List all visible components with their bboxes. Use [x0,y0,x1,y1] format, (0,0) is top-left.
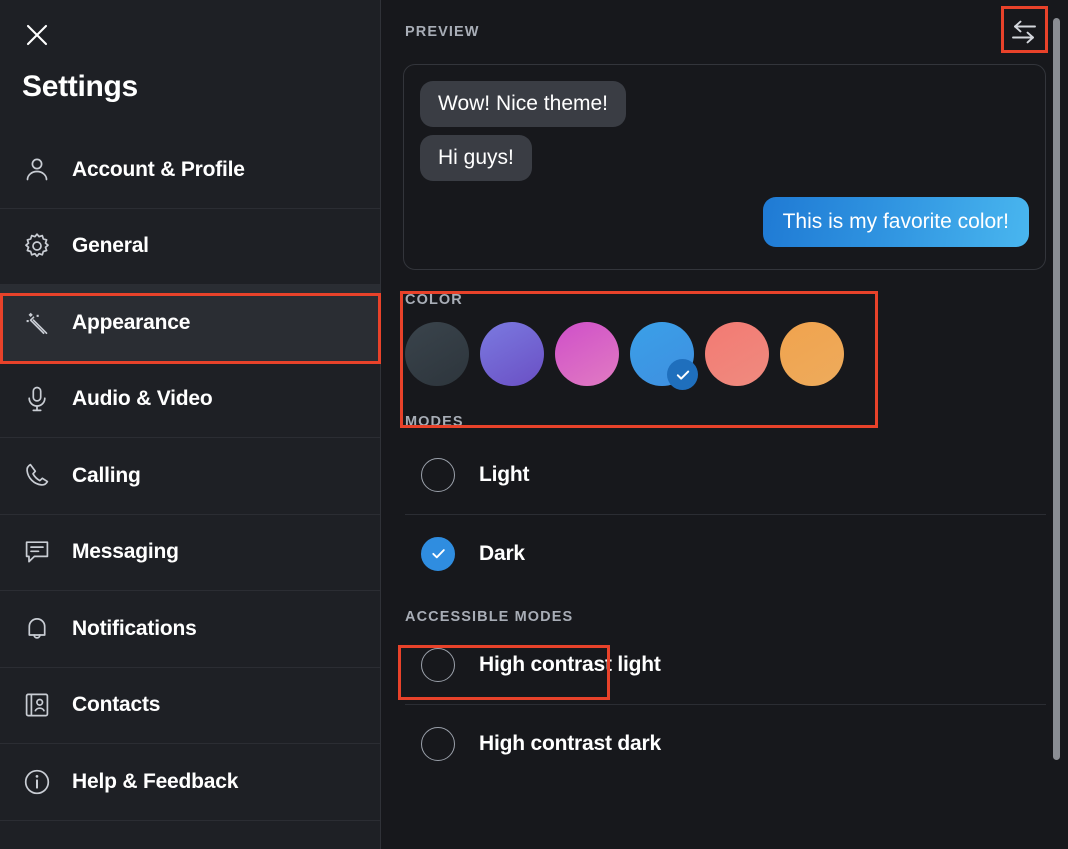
color-header: COLOR [405,292,463,308]
sidebar-item-notifications[interactable]: Notifications [0,591,380,668]
color-swatch-blue[interactable] [630,322,698,390]
modes-header: MODES [405,414,464,430]
mode-option-label: Light [479,463,530,486]
sidebar-item-calling[interactable]: Calling [0,438,380,515]
message-row: Wow! Nice theme! [420,81,1029,128]
magic-wand-icon [20,306,54,340]
sidebar-item-label: Contacts [72,693,161,717]
color-section: COLOR [403,288,1046,392]
sidebar-item-messaging[interactable]: Messaging [0,515,380,591]
sidebar-item-general[interactable]: General [0,209,380,285]
gear-icon [20,229,54,263]
sidebar-item-label: Calling [72,463,141,487]
contact-book-icon [20,688,54,722]
incoming-message-bubble: Wow! Nice theme! [420,81,626,128]
bell-icon [20,612,54,646]
mode-option-dark[interactable]: Dark [405,514,1046,592]
microphone-icon [20,382,54,416]
accessible-mode-option-label: High contrast dark [479,731,661,755]
sidebar-item-label: Messaging [72,540,179,564]
vertical-scrollbar-track[interactable] [1050,0,1062,849]
close-icon[interactable] [18,16,56,54]
sidebar-nav: Account & Profile General Appearance Aud… [0,132,380,821]
page-title: Settings [22,70,138,103]
vertical-scrollbar-thumb[interactable] [1053,18,1060,760]
accessible-mode-option-high-contrast-dark[interactable]: High contrast dark [405,704,1046,782]
sidebar-item-label: General [72,234,149,258]
color-swatch-purple[interactable] [480,322,544,386]
incoming-message-bubble: Hi guys! [420,135,532,182]
message-row: Hi guys! [420,135,1029,182]
radio-button-selected[interactable] [421,536,455,571]
swap-arrows-icon[interactable] [1002,10,1046,54]
sidebar-header [0,0,380,70]
checkmark-icon [667,359,698,390]
accessible-mode-option-label: High contrast light [479,653,661,676]
modes-section: MODES Light Dark [403,414,1046,592]
accessible-modes-section: ACCESSIBLE MODES High contrast light Hig… [403,608,1046,782]
radio-button[interactable] [421,458,455,492]
accessible-mode-option-high-contrast-light[interactable]: High contrast light [405,626,1046,704]
mode-option-label: Dark [479,541,525,565]
checkmark-icon [431,549,445,559]
settings-sidebar: Settings Account & Profile General Appea… [0,0,381,849]
settings-window: Settings Account & Profile General Appea… [0,0,1068,849]
appearance-settings-panel: PREVIEW Wow! Nice theme! Hi guys! This i… [381,0,1068,849]
sidebar-item-contacts[interactable]: Contacts [0,668,380,744]
color-swatch-pink[interactable] [555,322,619,386]
person-icon [20,153,54,187]
preview-header: PREVIEW [405,24,480,40]
radio-button[interactable] [421,726,455,761]
sidebar-item-label: Appearance [72,310,191,334]
color-swatch-list [405,320,1044,390]
sidebar-item-label: Audio & Video [72,387,213,411]
chat-bubble-icon [20,535,54,569]
color-swatch-orange[interactable] [780,322,844,386]
preview-section-header-row: PREVIEW [403,0,1046,64]
sidebar-item-label: Account & Profile [72,157,245,181]
message-row: This is my favorite color! [420,197,1029,248]
outgoing-message-bubble: This is my favorite color! [762,197,1029,248]
color-swatch-salmon[interactable] [705,322,769,386]
sidebar-item-appearance[interactable]: Appearance [0,285,380,362]
info-icon [20,765,54,799]
sidebar-item-audio-video[interactable]: Audio & Video [0,362,380,438]
accessible-modes-header: ACCESSIBLE MODES [405,609,574,625]
theme-preview-card: Wow! Nice theme! Hi guys! This is my fav… [403,64,1046,270]
sidebar-item-label: Notifications [72,616,197,640]
sidebar-item-help-feedback[interactable]: Help & Feedback [0,744,380,821]
sidebar-item-account-profile[interactable]: Account & Profile [0,132,380,209]
phone-icon [20,459,54,493]
color-swatch-slate[interactable] [405,322,469,386]
mode-option-light[interactable]: Light [405,436,1046,514]
radio-button[interactable] [421,648,455,682]
sidebar-item-label: Help & Feedback [72,769,239,793]
